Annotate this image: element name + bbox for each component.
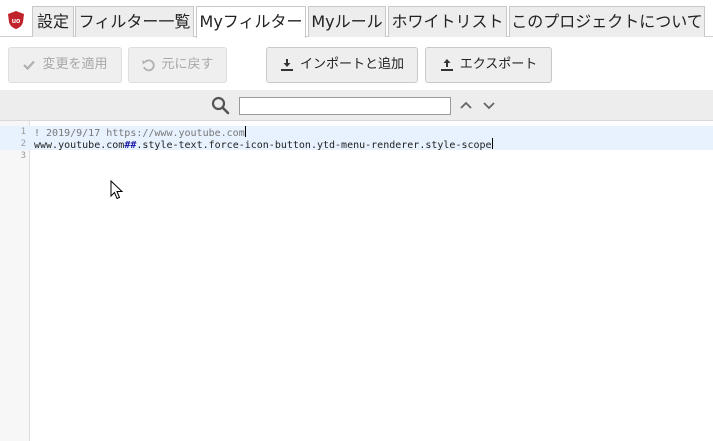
line-number: 2 (20, 139, 26, 149)
tab-filter-lists[interactable]: フィルター一覧 (75, 6, 194, 37)
revert-button[interactable]: 元に戻す (128, 47, 227, 83)
search-input[interactable] (239, 97, 451, 115)
text-caret (491, 138, 493, 149)
checkmark-icon (22, 58, 36, 72)
editor-line[interactable]: 1 ! 2019/9/17 https://www.youtube.com (0, 126, 713, 139)
tab-settings[interactable]: 設定 (32, 6, 74, 37)
tab-my-rules[interactable]: Myルール (308, 6, 386, 37)
revert-label: 元に戻す (161, 57, 214, 72)
text-caret (244, 126, 246, 137)
tab-bar: uo 設定 フィルター一覧 Myフィルター Myルール ホワイトリスト このプロ… (0, 0, 713, 38)
chevron-down-icon[interactable] (482, 98, 496, 112)
editor-line[interactable]: 2 www.youtube.com##.style-text.force-ico… (0, 138, 713, 151)
export-button[interactable]: エクスポート (425, 47, 552, 83)
editor-line[interactable]: 3 (0, 150, 713, 162)
line-number: 1 (20, 127, 26, 137)
mouse-pointer-icon (110, 180, 124, 200)
undo-icon (141, 58, 156, 72)
search-bar (0, 90, 713, 120)
upload-icon (440, 58, 454, 72)
tab-whitelist[interactable]: ホワイトリスト (388, 6, 507, 37)
apply-changes-label: 変更を適用 (42, 57, 108, 72)
toolbar: 変更を適用 元に戻す インポートと追加 エクスポート (0, 38, 713, 90)
line-number: 3 (20, 151, 26, 161)
tab-about[interactable]: このプロジェクトについて (509, 6, 705, 37)
tab-my-filters[interactable]: Myフィルター (196, 6, 306, 38)
export-label: エクスポート (459, 57, 538, 72)
filter-editor[interactable]: 1 ! 2019/9/17 https://www.youtube.com 2 … (0, 120, 713, 441)
ublock-logo-icon: uo (8, 11, 24, 29)
apply-changes-button[interactable]: 変更を適用 (8, 47, 122, 83)
svg-text:uo: uo (12, 18, 21, 25)
import-append-button[interactable]: インポートと追加 (266, 47, 418, 83)
search-icon (211, 96, 230, 115)
chevron-up-icon[interactable] (459, 98, 473, 112)
import-append-label: インポートと追加 (299, 57, 404, 72)
line-number-gutter (0, 121, 30, 441)
download-icon (280, 58, 294, 72)
